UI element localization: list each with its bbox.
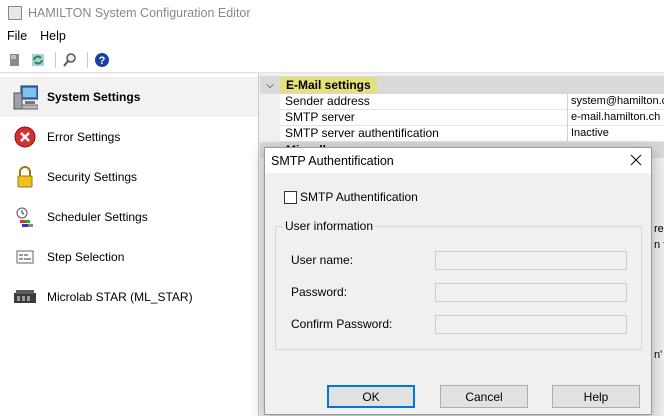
obscured-value: n f bbox=[654, 239, 664, 251]
sidebar-item-scheduler-settings[interactable]: Scheduler Settings bbox=[0, 197, 258, 237]
property-name: SMTP server authentification bbox=[280, 126, 568, 141]
menu-help[interactable]: Help bbox=[33, 29, 72, 43]
category-label: E-Mail settings bbox=[280, 77, 377, 93]
smtp-authentification-dialog: SMTP Authentification SMTP Authentificat… bbox=[264, 147, 652, 415]
settings-sidebar: System Settings Error Settings Security … bbox=[0, 74, 259, 416]
group-label: User information bbox=[283, 219, 376, 233]
steps-icon bbox=[12, 244, 38, 270]
chevron-down-icon[interactable]: ⌵ bbox=[260, 80, 280, 91]
property-value[interactable]: system@hamilton.ch bbox=[568, 94, 664, 109]
svg-text:?: ? bbox=[99, 55, 106, 67]
obscured-value: re I bbox=[654, 223, 664, 235]
user-information-group: User information User name: Password: Co… bbox=[275, 219, 642, 350]
sidebar-item-label: System Settings bbox=[47, 90, 141, 104]
window-title: HAMILTON System Configuration Editor bbox=[28, 5, 251, 20]
checkbox-label: SMTP Authentification bbox=[300, 190, 418, 204]
instrument-icon bbox=[12, 284, 38, 310]
sidebar-item-label: Security Settings bbox=[47, 170, 138, 184]
property-name: Sender address bbox=[280, 94, 568, 109]
sidebar-item-label: Error Settings bbox=[47, 130, 121, 144]
sidebar-item-security-settings[interactable]: Security Settings bbox=[0, 157, 258, 197]
title-bar: HAMILTON System Configuration Editor bbox=[0, 0, 664, 25]
menu-bar: File Help bbox=[0, 25, 664, 47]
app-icon bbox=[8, 5, 22, 20]
error-icon bbox=[12, 124, 38, 150]
password-field[interactable] bbox=[435, 283, 627, 302]
help-button[interactable]: Help bbox=[552, 385, 640, 408]
sidebar-item-microlab-star[interactable]: Microlab STAR (ML_STAR) bbox=[0, 277, 258, 317]
save-icon bbox=[10, 53, 19, 66]
smtp-authentification-checkbox-row[interactable]: SMTP Authentification bbox=[284, 190, 418, 204]
property-row[interactable]: SMTP server e-mail.hamilton.ch bbox=[280, 110, 664, 126]
sidebar-item-label: Scheduler Settings bbox=[47, 210, 148, 224]
sidebar-item-error-settings[interactable]: Error Settings bbox=[0, 117, 258, 157]
help-icon: ? bbox=[95, 52, 109, 67]
toolbar-separator bbox=[87, 51, 88, 68]
obscured-value: n' bbox=[654, 349, 663, 361]
ok-button[interactable]: OK bbox=[327, 385, 415, 408]
dialog-title-bar: SMTP Authentification bbox=[265, 148, 651, 173]
computer-icon bbox=[12, 84, 38, 110]
refresh-button[interactable] bbox=[28, 50, 48, 70]
user-name-label: User name: bbox=[291, 253, 354, 267]
help-button[interactable]: ? bbox=[92, 50, 112, 70]
cancel-button[interactable]: Cancel bbox=[440, 385, 528, 408]
find-button[interactable] bbox=[60, 50, 80, 70]
toolbar-separator bbox=[55, 51, 56, 68]
property-name: SMTP server bbox=[280, 110, 568, 125]
magnifier-icon bbox=[63, 52, 76, 67]
save-button[interactable] bbox=[5, 50, 25, 70]
menu-file[interactable]: File bbox=[0, 29, 33, 43]
lock-icon bbox=[12, 164, 38, 190]
sidebar-item-label: Step Selection bbox=[47, 250, 125, 264]
close-icon[interactable] bbox=[629, 153, 643, 167]
property-value[interactable]: e-mail.hamilton.ch bbox=[568, 110, 664, 125]
category-email-settings[interactable]: ⌵ E-Mail settings bbox=[260, 76, 664, 94]
sidebar-item-system-settings[interactable]: System Settings bbox=[0, 77, 258, 117]
confirm-password-label: Confirm Password: bbox=[291, 317, 393, 331]
property-row[interactable]: Sender address system@hamilton.ch bbox=[280, 94, 664, 110]
sidebar-item-label: Microlab STAR (ML_STAR) bbox=[47, 290, 193, 304]
password-label: Password: bbox=[291, 285, 348, 299]
smtp-authentification-checkbox[interactable] bbox=[284, 190, 297, 204]
property-value[interactable]: Inactive bbox=[568, 126, 664, 141]
toolbar: ? bbox=[0, 47, 664, 73]
confirm-password-field[interactable] bbox=[435, 315, 627, 334]
dialog-title: SMTP Authentification bbox=[271, 153, 394, 168]
refresh-icon bbox=[32, 53, 44, 66]
scheduler-icon bbox=[12, 204, 38, 230]
property-row[interactable]: SMTP server authentification Inactive bbox=[280, 126, 664, 142]
sidebar-item-step-selection[interactable]: Step Selection bbox=[0, 237, 258, 277]
user-name-field[interactable] bbox=[435, 251, 627, 270]
